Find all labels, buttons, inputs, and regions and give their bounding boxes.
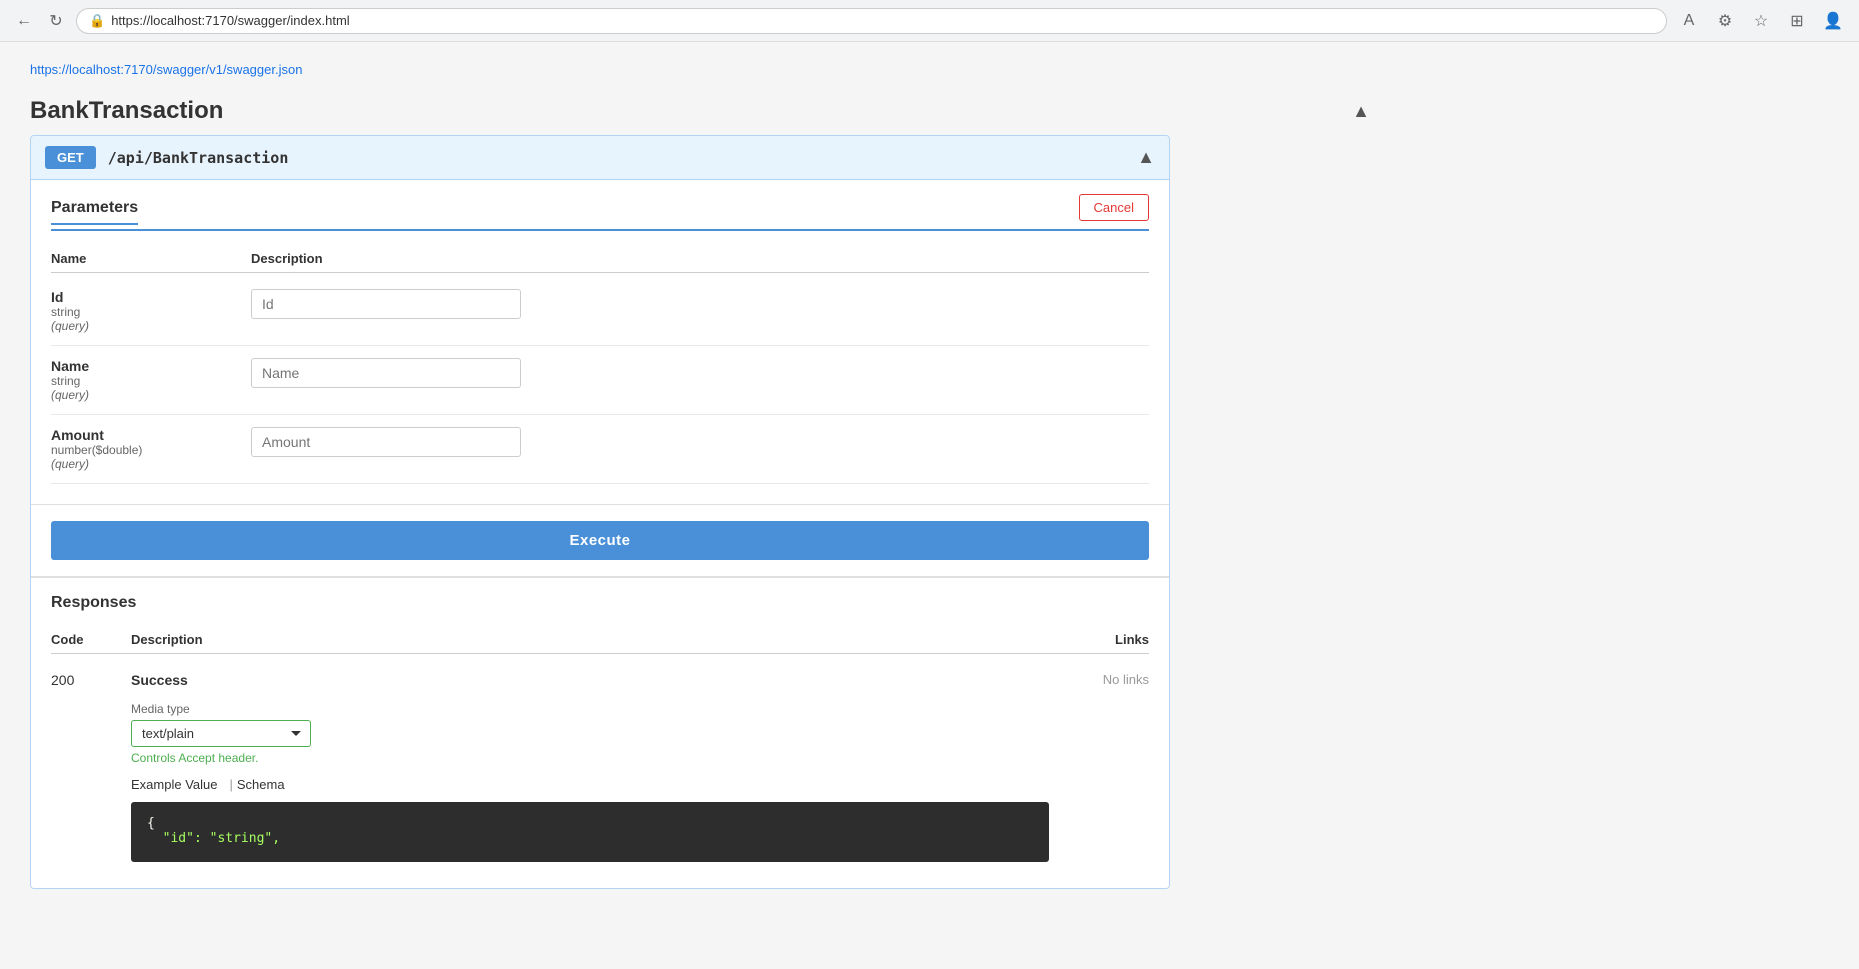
favorites-button[interactable]: ☆ xyxy=(1747,7,1775,35)
param-type-id: string xyxy=(51,305,251,319)
back-button[interactable]: ← xyxy=(12,9,36,33)
param-type-amount: number($double) xyxy=(51,443,251,457)
media-type-select[interactable]: text/plain application/json text/json xyxy=(131,720,311,747)
cancel-button[interactable]: Cancel xyxy=(1079,194,1149,221)
swagger-json-link[interactable]: https://localhost:7170/swagger/v1/swagge… xyxy=(30,62,1370,77)
responses-title: Responses xyxy=(51,594,1149,612)
param-name-name: Name xyxy=(51,358,251,374)
section-collapse-button[interactable]: ▲ xyxy=(1352,101,1370,122)
endpoint-header: GET /api/BankTransaction ▲ xyxy=(31,136,1169,180)
browser-chrome: ← ↻ 🔒 https://localhost:7170/swagger/ind… xyxy=(0,0,1859,42)
code-col-header: Code xyxy=(51,632,131,647)
address-text: https://localhost:7170/swagger/index.htm… xyxy=(111,13,349,28)
example-value-tabs: Example Value | Schema xyxy=(131,777,1049,792)
response-links: No links xyxy=(1049,672,1149,687)
reload-button[interactable]: ↻ xyxy=(44,9,68,33)
param-name-amount: Amount xyxy=(51,427,251,443)
param-input-name[interactable] xyxy=(251,358,521,388)
parameters-section: Parameters Cancel Name Description Id st… xyxy=(31,180,1169,504)
extensions-button[interactable]: A xyxy=(1675,7,1703,35)
param-location-amount: (query) xyxy=(51,457,251,471)
param-location-name: (query) xyxy=(51,388,251,402)
schema-tab[interactable]: Schema xyxy=(237,777,293,792)
param-name-col-name: Name string (query) xyxy=(51,358,251,402)
execute-button[interactable]: Execute xyxy=(51,521,1149,560)
responses-table-header: Code Description Links xyxy=(51,626,1149,654)
param-name-id: Id xyxy=(51,289,251,305)
endpoint-left: GET /api/BankTransaction xyxy=(45,146,288,169)
param-name-col-amount: Amount number($double) (query) xyxy=(51,427,251,471)
response-description: Success xyxy=(131,672,1049,688)
endpoint-collapse-button[interactable]: ▲ xyxy=(1137,147,1155,168)
response-row-200: 200 Success Media type text/plain applic… xyxy=(51,662,1149,872)
params-header: Parameters Cancel xyxy=(51,180,1149,231)
param-desc-name xyxy=(251,358,1149,388)
profile-button[interactable]: ⚙ xyxy=(1711,7,1739,35)
method-badge: GET xyxy=(45,146,96,169)
param-type-name: string xyxy=(51,374,251,388)
desc-col-header: Description xyxy=(131,632,1049,647)
param-desc-id xyxy=(251,289,1149,319)
name-col-header: Name xyxy=(51,251,251,266)
code-sample: { "id": "string", xyxy=(131,802,1049,862)
endpoint-path: /api/BankTransaction xyxy=(108,149,289,167)
browser-actions: A ⚙ ☆ ⊞ 👤 xyxy=(1675,7,1847,35)
responses-section: Responses Code Description Links 200 Suc… xyxy=(31,576,1169,888)
execute-section: Execute xyxy=(31,504,1169,576)
accept-header-note: Controls Accept header. xyxy=(131,751,1049,765)
param-name-col-id: Id string (query) xyxy=(51,289,251,333)
links-col-header: Links xyxy=(1049,632,1149,647)
param-desc-amount xyxy=(251,427,1149,457)
description-col-header: Description xyxy=(251,251,1149,266)
tab-divider: | xyxy=(225,777,236,792)
param-location-id: (query) xyxy=(51,319,251,333)
param-input-amount[interactable] xyxy=(251,427,521,457)
api-block: GET /api/BankTransaction ▲ Parameters Ca… xyxy=(30,135,1170,889)
example-value-tab[interactable]: Example Value xyxy=(131,777,225,792)
response-code-200: 200 xyxy=(51,672,131,688)
media-type-label: Media type xyxy=(131,702,1049,716)
param-row-amount: Amount number($double) (query) xyxy=(51,415,1149,484)
bank-transaction-section: BankTransaction ▲ xyxy=(30,97,1370,125)
param-input-id[interactable] xyxy=(251,289,521,319)
params-title: Parameters xyxy=(51,199,138,225)
lock-icon: 🔒 xyxy=(89,13,105,29)
param-row-id: Id string (query) xyxy=(51,277,1149,346)
params-table-header: Name Description xyxy=(51,245,1149,273)
account-button[interactable]: 👤 xyxy=(1819,7,1847,35)
page-content: https://localhost:7170/swagger/v1/swagge… xyxy=(0,42,1400,909)
collections-button[interactable]: ⊞ xyxy=(1783,7,1811,35)
address-bar[interactable]: 🔒 https://localhost:7170/swagger/index.h… xyxy=(76,8,1667,34)
section-title: BankTransaction xyxy=(30,97,223,125)
response-desc-col: Success Media type text/plain applicatio… xyxy=(131,672,1049,862)
param-row-name: Name string (query) xyxy=(51,346,1149,415)
